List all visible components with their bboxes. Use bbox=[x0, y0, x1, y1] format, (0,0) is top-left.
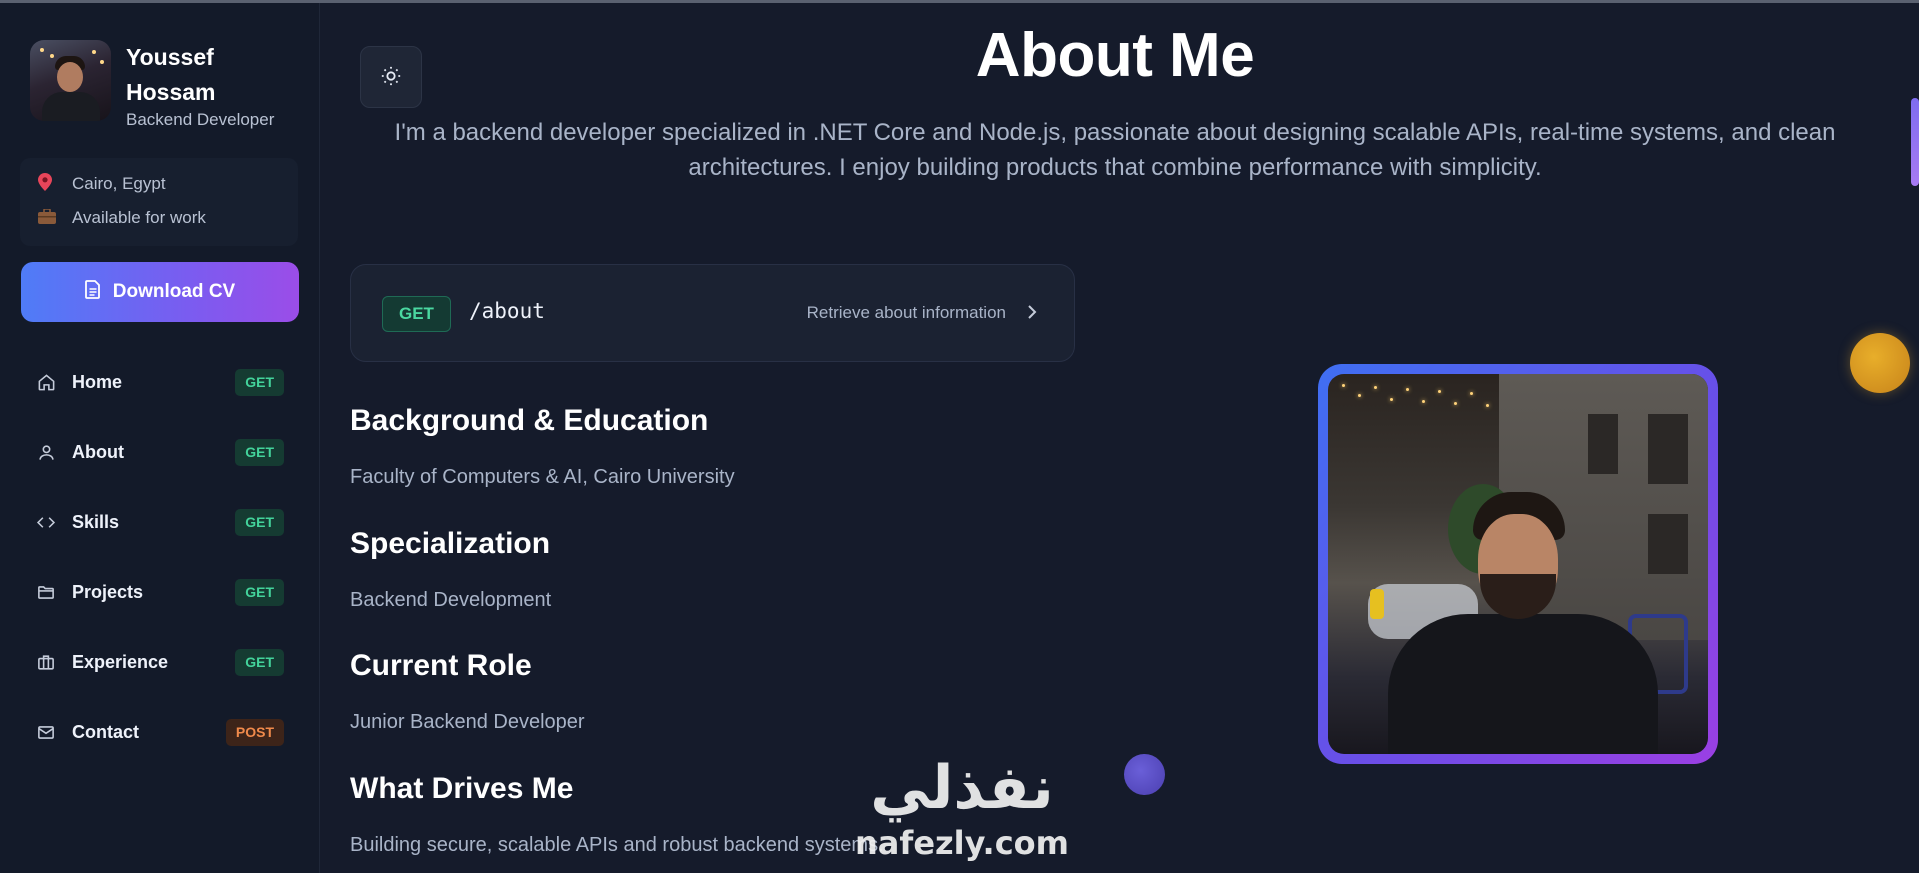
mail-icon bbox=[36, 722, 56, 742]
user-icon bbox=[36, 442, 56, 462]
nav-label: Contact bbox=[72, 721, 139, 742]
nav-item-experience[interactable]: Experience GET bbox=[20, 637, 298, 687]
profile-photo-frame bbox=[1318, 364, 1718, 764]
watermark-latin: nafezly.com bbox=[855, 824, 1069, 862]
decorative-orb bbox=[1850, 333, 1910, 393]
nav-item-contact[interactable]: Contact POST bbox=[20, 707, 298, 757]
scrollbar-thumb[interactable] bbox=[1911, 98, 1919, 186]
sidebar: Youssef Hossam Backend Developer Cairo, … bbox=[0, 3, 320, 873]
profile-role: Backend Developer bbox=[126, 110, 275, 129]
download-cv-label: Download CV bbox=[112, 281, 236, 302]
method-badge: GET bbox=[235, 649, 284, 676]
intro-text: I'm a backend developer specialized in .… bbox=[394, 119, 1836, 181]
section-heading: Background & Education bbox=[350, 404, 709, 437]
section-heading: Specialization bbox=[350, 527, 551, 560]
code-icon bbox=[36, 512, 56, 532]
nav-label: About bbox=[72, 441, 124, 462]
briefcase-icon bbox=[38, 207, 58, 228]
method-badge: GET bbox=[235, 579, 284, 606]
home-icon bbox=[36, 372, 56, 392]
map-pin-icon bbox=[38, 173, 58, 195]
nav-item-projects[interactable]: Projects GET bbox=[20, 567, 298, 617]
profile-photo bbox=[1328, 374, 1708, 754]
method-badge: GET bbox=[235, 509, 284, 536]
download-cv-button[interactable]: Download CV bbox=[21, 262, 299, 322]
nav-label: Experience bbox=[72, 651, 169, 672]
document-icon bbox=[84, 279, 101, 305]
method-badge: GET bbox=[235, 369, 284, 396]
briefcase-icon bbox=[36, 652, 56, 672]
endpoint-path: /about bbox=[469, 299, 545, 323]
decorative-orb bbox=[1124, 754, 1165, 795]
availability-text: Available for work bbox=[72, 208, 206, 227]
app-root: Youssef Hossam Backend Developer Cairo, … bbox=[0, 0, 1919, 873]
nav-label: Home bbox=[72, 371, 123, 392]
section-heading: Current Role bbox=[350, 649, 532, 682]
watermark: نفذلي nafezly.com bbox=[852, 758, 1072, 860]
section-text: Faculty of Computers & AI, Cairo Univers… bbox=[350, 466, 735, 488]
folder-icon bbox=[36, 582, 56, 602]
page-title: About Me bbox=[975, 21, 1255, 90]
location-row: Cairo, Egypt bbox=[38, 173, 166, 195]
section-text: Backend Development bbox=[350, 589, 552, 611]
info-card: Cairo, Egypt Available for work bbox=[20, 158, 298, 246]
availability-row: Available for work bbox=[38, 207, 206, 228]
method-badge: POST bbox=[225, 719, 284, 746]
nav-item-home[interactable]: Home GET bbox=[20, 357, 298, 407]
nav-item-skills[interactable]: Skills GET bbox=[20, 497, 298, 547]
location-text: Cairo, Egypt bbox=[72, 174, 166, 193]
section-heading: What Drives Me bbox=[350, 772, 574, 805]
endpoint-description: Retrieve about information bbox=[806, 303, 1006, 322]
chevron-right-icon bbox=[1026, 303, 1038, 326]
method-badge: GET bbox=[235, 439, 284, 466]
section-text: Junior Backend Developer bbox=[350, 711, 585, 733]
section-text: Building secure, scalable APIs and robus… bbox=[350, 834, 884, 856]
nav-label: Projects bbox=[72, 581, 144, 602]
watermark-arabic: نفذلي bbox=[870, 753, 1054, 823]
nav-item-about[interactable]: About GET bbox=[20, 427, 298, 477]
endpoint-method-badge: GET bbox=[382, 296, 451, 332]
nav-label: Skills bbox=[72, 511, 120, 532]
endpoint-card[interactable]: GET /about Retrieve about information bbox=[350, 264, 1075, 362]
